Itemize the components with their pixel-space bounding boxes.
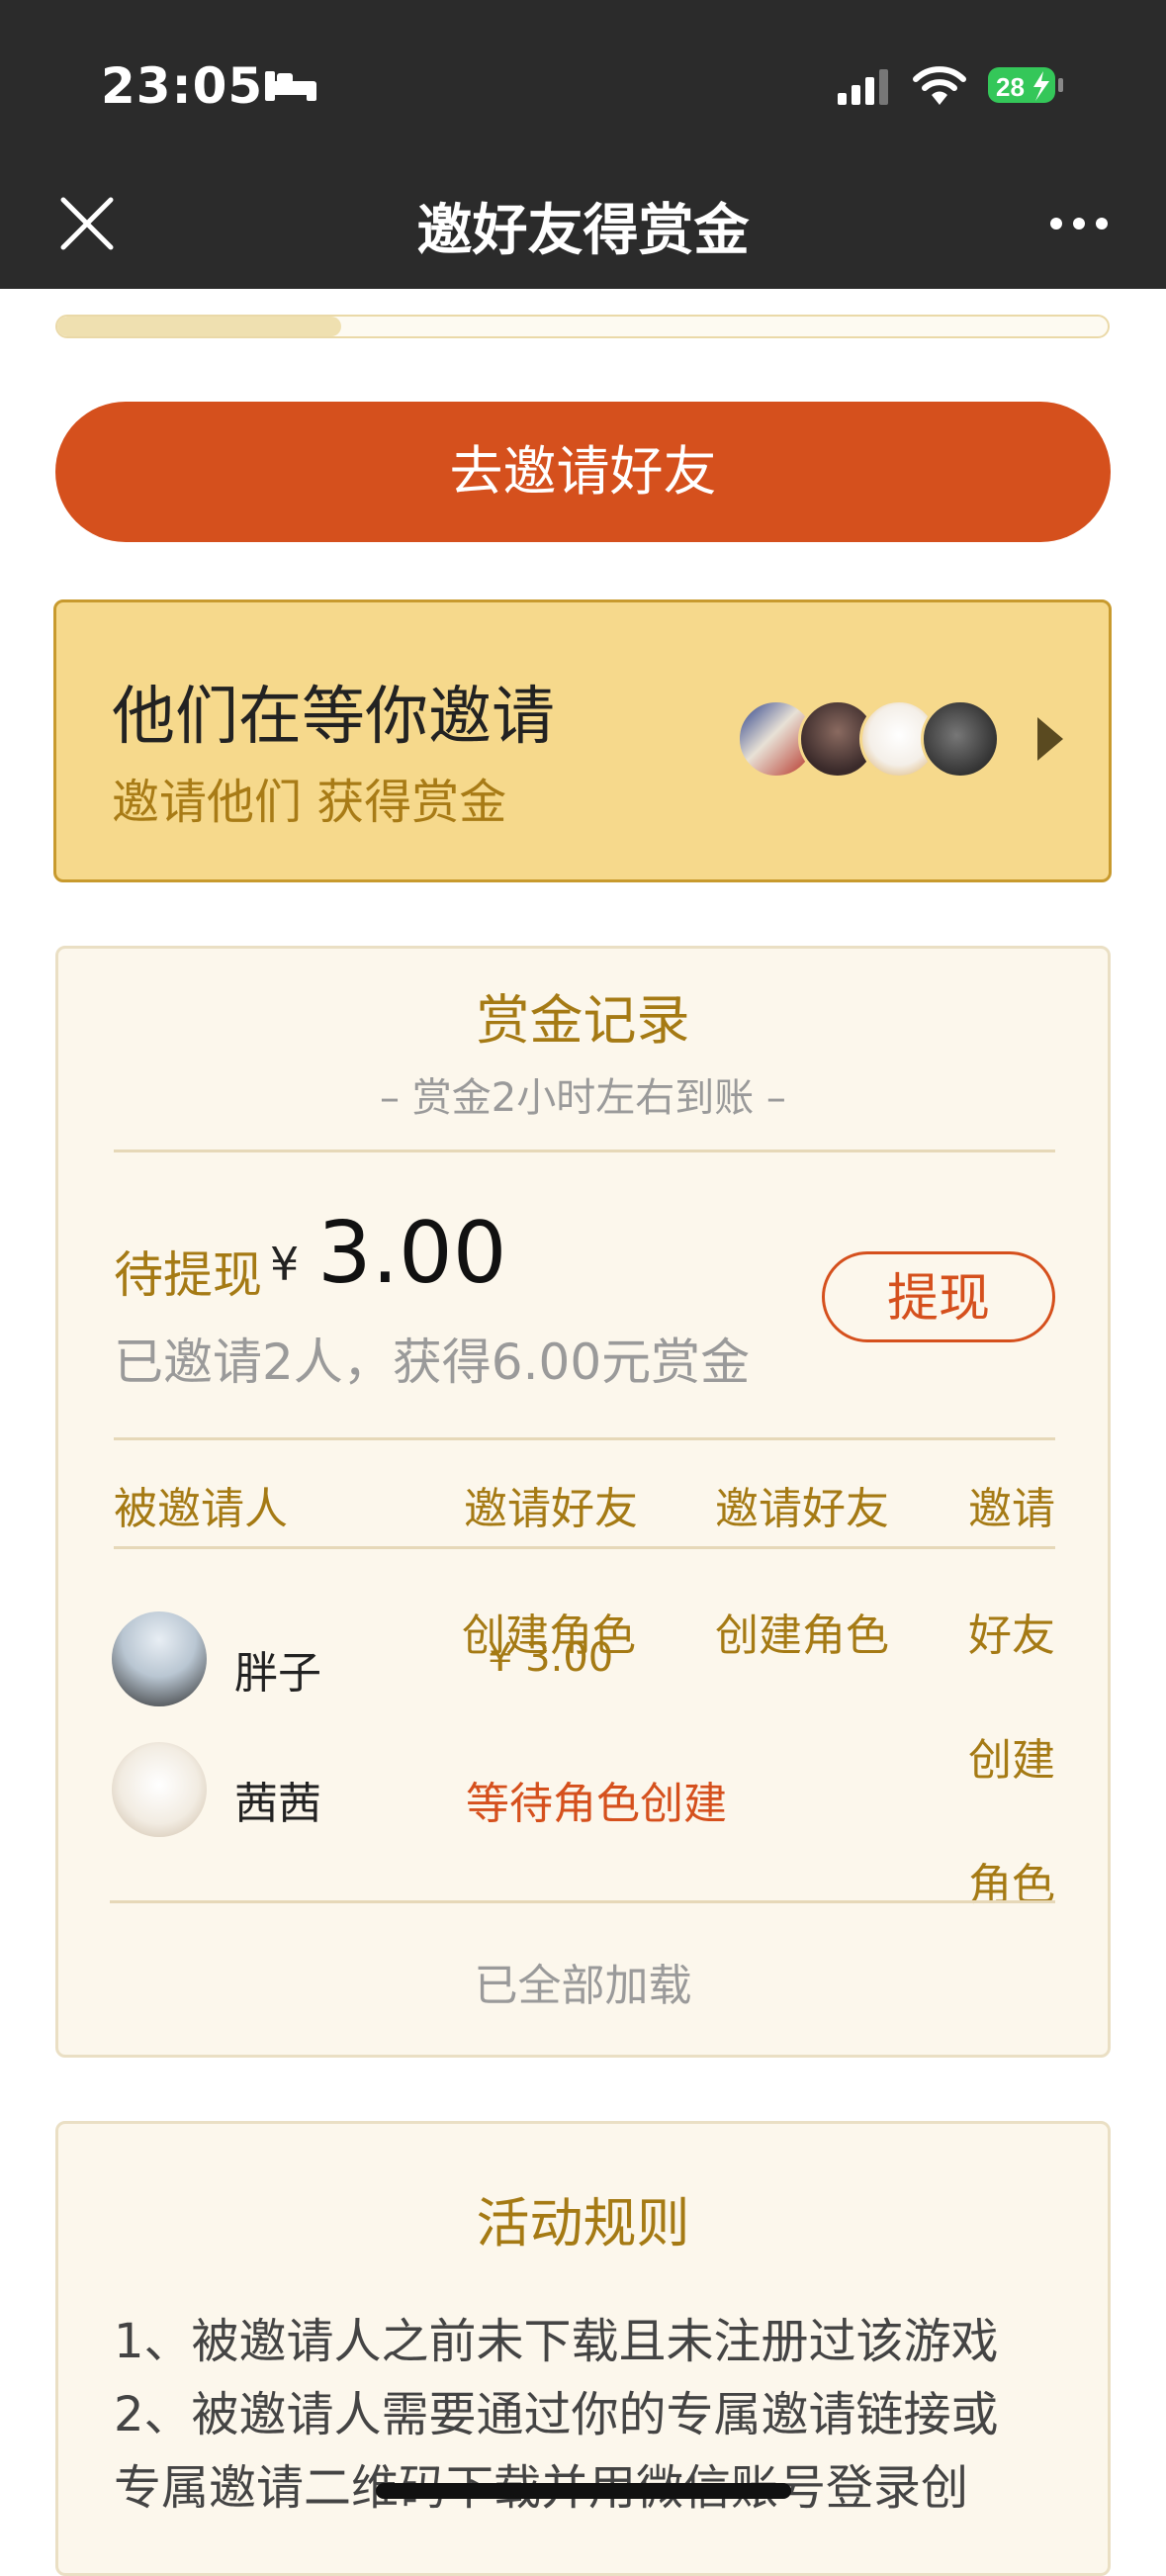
divider [114, 1546, 1055, 1549]
progress-bar [55, 315, 1110, 338]
reward-amount: ¥ 3.00 [488, 1635, 614, 1681]
column-header-invite: 邀请 [968, 1484, 1055, 1534]
sleep-focus-icon [265, 71, 316, 101]
invitee-avatar [112, 1611, 207, 1706]
invite-friends-button[interactable]: 去邀请好友 [55, 402, 1111, 542]
reward-record-card: 赏金记录 – 赏金2小时左右到账 – 待提现 ¥ 3.00 已邀请2人，获得6.… [55, 946, 1111, 2058]
column-header-invite-friends: 邀请好友 [464, 1484, 638, 1534]
divider [110, 1900, 1055, 1903]
page-title: 邀好友得赏金 [416, 199, 750, 263]
card-title: 赏金记录 [476, 989, 690, 1052]
divider [114, 1437, 1055, 1440]
currency-symbol: ¥ [270, 1238, 300, 1291]
svg-text:28: 28 [996, 72, 1025, 102]
home-indicator[interactable] [376, 2483, 791, 2499]
rules-title: 活动规则 [476, 2192, 690, 2254]
battery-icon: 28 [988, 67, 1063, 103]
invitee-status: 创建 [968, 1735, 1055, 1786]
activity-rules-card: 活动规则 1、被邀请人之前未下载且未注册过该游戏 2、被邀请人需要通过你的专属邀… [55, 2121, 1111, 2576]
status-time: 23:05 [101, 57, 264, 115]
waiting-subtitle: 邀请他们 获得赏金 [112, 775, 507, 830]
more-icon[interactable] [1048, 216, 1110, 231]
invitee-name: 胖子 [234, 1648, 321, 1699]
pending-amount: 3.00 [317, 1204, 507, 1303]
top-bar: 23:05 28 邀好友得赏金 [0, 0, 1166, 289]
waiting-title: 他们在等你邀请 [112, 681, 555, 754]
arrow-right-icon [1037, 717, 1063, 761]
invitee-name: 茜茜 [234, 1779, 321, 1829]
invitee-status: 等待角色创建 [466, 1779, 727, 1829]
cellular-signal-icon [838, 69, 888, 105]
invite-summary: 已邀请2人，获得6.00元赏金 [114, 1334, 751, 1391]
column-header-invite-friends: 邀请好友 [715, 1484, 889, 1534]
all-loaded-text: 已全部加载 [474, 1961, 692, 2011]
waiting-invite-banner[interactable]: 他们在等你邀请 邀请他们 获得赏金 [53, 599, 1112, 882]
progress-fill [57, 317, 341, 336]
pending-label: 待提现 [114, 1246, 262, 1304]
wifi-icon [913, 66, 966, 105]
withdraw-button[interactable]: 提现 [822, 1251, 1055, 1342]
rule-line: 2、被邀请人需要通过你的专属邀请链接或 [114, 2387, 999, 2442]
invitee-status: 创建角色 [715, 1610, 889, 1661]
divider [114, 1150, 1055, 1152]
invitee-status: 好友 [968, 1610, 1055, 1661]
friend-avatar [921, 699, 1000, 779]
card-subtitle: – 赏金2小时左右到账 – [380, 1075, 786, 1121]
rule-line: 1、被邀请人之前未下载且未注册过该游戏 [114, 2314, 999, 2369]
column-header-invitee: 被邀请人 [114, 1484, 288, 1534]
invitee-avatar [112, 1742, 207, 1837]
